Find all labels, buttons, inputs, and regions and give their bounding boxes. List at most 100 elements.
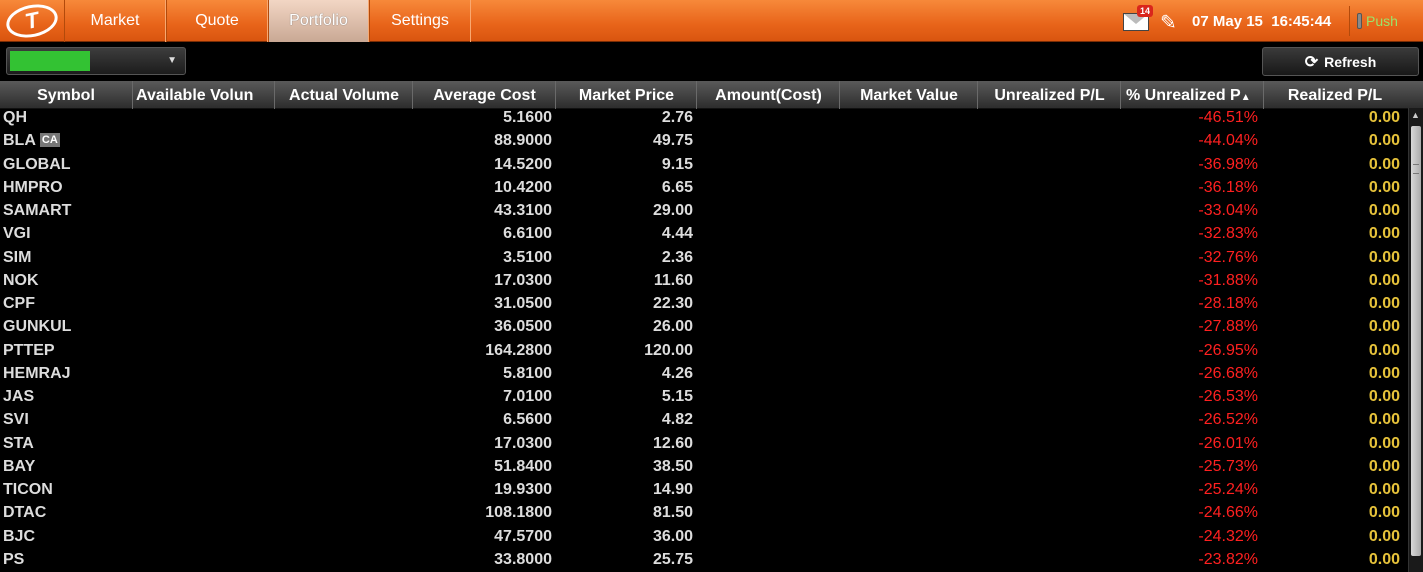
table-row[interactable]: HMPRO 10.4200 6.65 -36.18% 0.00 bbox=[0, 178, 1408, 201]
symbol-text: NOK bbox=[3, 271, 39, 289]
average-cost-cell: 5.8100 bbox=[503, 364, 552, 382]
col-pct-unrealized-label: % Unrealized P bbox=[1126, 87, 1241, 104]
table-row[interactable]: SIM 3.5100 2.36 -32.76% 0.00 bbox=[0, 248, 1408, 271]
table-row[interactable]: GUNKUL 36.0500 26.00 -27.88% 0.00 bbox=[0, 317, 1408, 340]
table-row[interactable]: GLOBAL 14.5200 9.15 -36.98% 0.00 bbox=[0, 155, 1408, 178]
pct-unrealized-cell: -27.88% bbox=[1198, 318, 1258, 336]
market-price-cell: 14.90 bbox=[652, 481, 693, 498]
average-cost-cell: 7.0100 bbox=[503, 388, 552, 405]
table-row[interactable]: PS 33.8000 25.75 -23.82% 0.00 bbox=[0, 550, 1408, 572]
col-actual-volume[interactable]: Actual Volume bbox=[276, 81, 413, 109]
table-row[interactable]: HEMRAJ 5.8100 4.26 -26.68% 0.00 bbox=[0, 364, 1408, 387]
col-realized-pl[interactable]: Realized P/L bbox=[1265, 81, 1405, 109]
pct-unrealized-cell: -32.83% bbox=[1198, 225, 1258, 243]
scroll-thumb[interactable] bbox=[1411, 126, 1421, 556]
col-available-volume[interactable]: Available Volun bbox=[134, 81, 275, 109]
average-cost-cell: 33.8000 bbox=[494, 550, 552, 568]
table-row[interactable]: DTAC 108.1800 81.50 -24.66% 0.00 bbox=[0, 503, 1408, 526]
scroll-up-icon[interactable]: ▲ bbox=[1411, 110, 1420, 120]
tab-settings[interactable]: Settings bbox=[369, 0, 471, 42]
symbol-cell: SVI bbox=[3, 410, 29, 433]
table-row[interactable]: BAY 51.8400 38.50 -25.73% 0.00 bbox=[0, 457, 1408, 480]
average-cost-cell: 19.9300 bbox=[494, 481, 552, 498]
pct-unrealized-cell: -26.01% bbox=[1198, 434, 1258, 452]
symbol-text: PTTEP bbox=[3, 341, 55, 359]
realized-pl-cell: 0.00 bbox=[1368, 364, 1400, 382]
table-row[interactable]: TICON 19.9300 14.90 -25.24% 0.00 bbox=[0, 480, 1408, 503]
market-price-cell: 2.36 bbox=[661, 248, 693, 266]
realized-pl-cell: 0.00 bbox=[1368, 271, 1400, 289]
table-row[interactable]: STA 17.0300 12.60 -26.01% 0.00 bbox=[0, 434, 1408, 457]
mail-button[interactable]: 14 bbox=[1123, 5, 1154, 33]
push-toggle[interactable]: Push bbox=[1357, 10, 1398, 32]
col-pct-unrealized[interactable]: % Unrealized P▲ bbox=[1122, 81, 1264, 109]
table-header: Symbol Available Volun Actual Volume Ave… bbox=[0, 81, 1423, 109]
realized-pl-cell: 0.00 bbox=[1368, 550, 1400, 568]
symbol-text: TICON bbox=[3, 481, 53, 498]
symbol-cell: BJC bbox=[3, 527, 35, 550]
symbol-text: PS bbox=[3, 550, 25, 568]
market-price-cell: 5.15 bbox=[661, 388, 693, 405]
realized-pl-cell: 0.00 bbox=[1368, 295, 1400, 312]
symbol-cell: HEMRAJ bbox=[3, 364, 71, 387]
pct-unrealized-cell: -26.53% bbox=[1198, 388, 1258, 405]
col-market-value[interactable]: Market Value bbox=[841, 81, 978, 109]
col-market-price[interactable]: Market Price bbox=[557, 81, 697, 109]
average-cost-cell: 6.5600 bbox=[503, 411, 552, 429]
symbol-text: GLOBAL bbox=[3, 155, 71, 173]
vertical-scrollbar[interactable]: ▲ bbox=[1408, 108, 1423, 572]
table-row[interactable]: JAS 7.0100 5.15 -26.53% 0.00 bbox=[0, 387, 1408, 410]
symbol-cell: GLOBAL bbox=[3, 155, 71, 178]
pct-unrealized-cell: -28.18% bbox=[1198, 295, 1258, 312]
market-price-cell: 38.50 bbox=[652, 457, 693, 475]
realized-pl-cell: 0.00 bbox=[1368, 341, 1400, 359]
logo-icon: T bbox=[3, 0, 61, 43]
table-row[interactable]: BJC 47.5700 36.00 -24.32% 0.00 bbox=[0, 527, 1408, 550]
app-logo[interactable]: T bbox=[0, 0, 64, 43]
col-unrealized-pl[interactable]: Unrealized P/L bbox=[979, 81, 1121, 109]
col-amount-cost[interactable]: Amount(Cost) bbox=[698, 81, 840, 109]
tab-quote-label: Quote bbox=[195, 12, 239, 29]
tab-quote[interactable]: Quote bbox=[166, 0, 268, 42]
table-row[interactable]: VGI 6.6100 4.44 -32.83% 0.00 bbox=[0, 224, 1408, 247]
table-row[interactable]: QH 5.1600 2.76 -46.51% 0.00 bbox=[0, 108, 1408, 131]
table-row[interactable]: SAMART 43.3100 29.00 -33.04% 0.00 bbox=[0, 201, 1408, 224]
symbol-text: STA bbox=[3, 434, 34, 452]
market-price-cell: 29.00 bbox=[652, 202, 693, 219]
market-price-cell: 12.60 bbox=[652, 434, 693, 452]
table-row[interactable]: CPF 31.0500 22.30 -28.18% 0.00 bbox=[0, 294, 1408, 317]
table-row[interactable]: SVI 6.5600 4.82 -26.52% 0.00 bbox=[0, 410, 1408, 433]
average-cost-cell: 31.0500 bbox=[494, 295, 552, 312]
account-select[interactable]: ▼ bbox=[6, 47, 186, 75]
realized-pl-cell: 0.00 bbox=[1368, 202, 1400, 219]
refresh-button[interactable]: ⟳ Refresh bbox=[1262, 47, 1419, 76]
tab-portfolio[interactable]: Portfolio bbox=[268, 0, 369, 42]
symbol-cell: JAS bbox=[3, 387, 34, 410]
market-price-cell: 120.00 bbox=[644, 341, 693, 359]
col-average-cost[interactable]: Average Cost bbox=[414, 81, 556, 109]
symbol-cell: CPF bbox=[3, 294, 35, 317]
tab-market-label: Market bbox=[90, 12, 140, 29]
pencil-icon[interactable]: ✎ bbox=[1160, 10, 1177, 35]
realized-pl-cell: 0.00 bbox=[1368, 434, 1400, 452]
symbol-text: SVI bbox=[3, 411, 29, 429]
tab-settings-label: Settings bbox=[391, 12, 449, 29]
tab-market[interactable]: Market bbox=[64, 0, 166, 42]
symbol-text: DTAC bbox=[3, 504, 47, 522]
table-row[interactable]: NOK 17.0300 11.60 -31.88% 0.00 bbox=[0, 271, 1408, 294]
symbol-text: SAMART bbox=[3, 202, 72, 219]
col-symbol[interactable]: Symbol bbox=[0, 81, 133, 109]
average-cost-cell: 17.0300 bbox=[494, 434, 552, 452]
symbol-text: BJC bbox=[3, 527, 36, 545]
refresh-icon: ⟳ bbox=[1304, 53, 1319, 71]
table-row[interactable]: PTTEP 164.2800 120.00 -26.95% 0.00 bbox=[0, 341, 1408, 364]
symbol-cell: BLA CA bbox=[3, 131, 60, 154]
realized-pl-cell: 0.00 bbox=[1368, 132, 1400, 150]
top-nav-bar: T Market Quote Portfolio Settings 14 ✎ 0… bbox=[0, 0, 1423, 43]
realized-pl-cell: 0.00 bbox=[1368, 318, 1400, 336]
table-row[interactable]: BLA CA 88.9000 49.75 -44.04% 0.00 bbox=[0, 131, 1408, 154]
symbol-cell: PS bbox=[3, 550, 24, 572]
realized-pl-cell: 0.00 bbox=[1368, 178, 1400, 196]
average-cost-cell: 10.4200 bbox=[494, 178, 552, 196]
pct-unrealized-cell: -31.88% bbox=[1198, 271, 1258, 289]
